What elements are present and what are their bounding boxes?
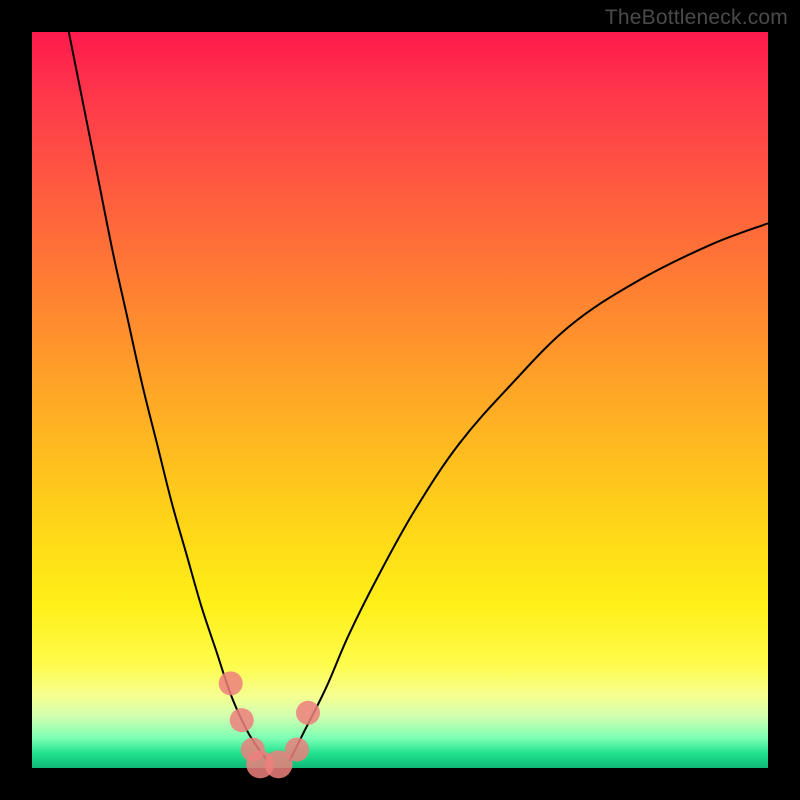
bottleneck-marker	[219, 671, 243, 695]
curve-right-branch	[290, 223, 768, 760]
watermark-label: TheBottleneck.com	[605, 6, 788, 30]
curve-layer	[32, 32, 768, 768]
bottleneck-marker	[296, 701, 320, 725]
bottleneck-marker	[285, 738, 309, 762]
plot-area	[32, 32, 768, 768]
bottleneck-marker	[230, 708, 254, 732]
chart-frame: TheBottleneck.com	[0, 0, 800, 800]
marker-group	[219, 671, 320, 778]
curve-left-branch	[69, 32, 268, 761]
